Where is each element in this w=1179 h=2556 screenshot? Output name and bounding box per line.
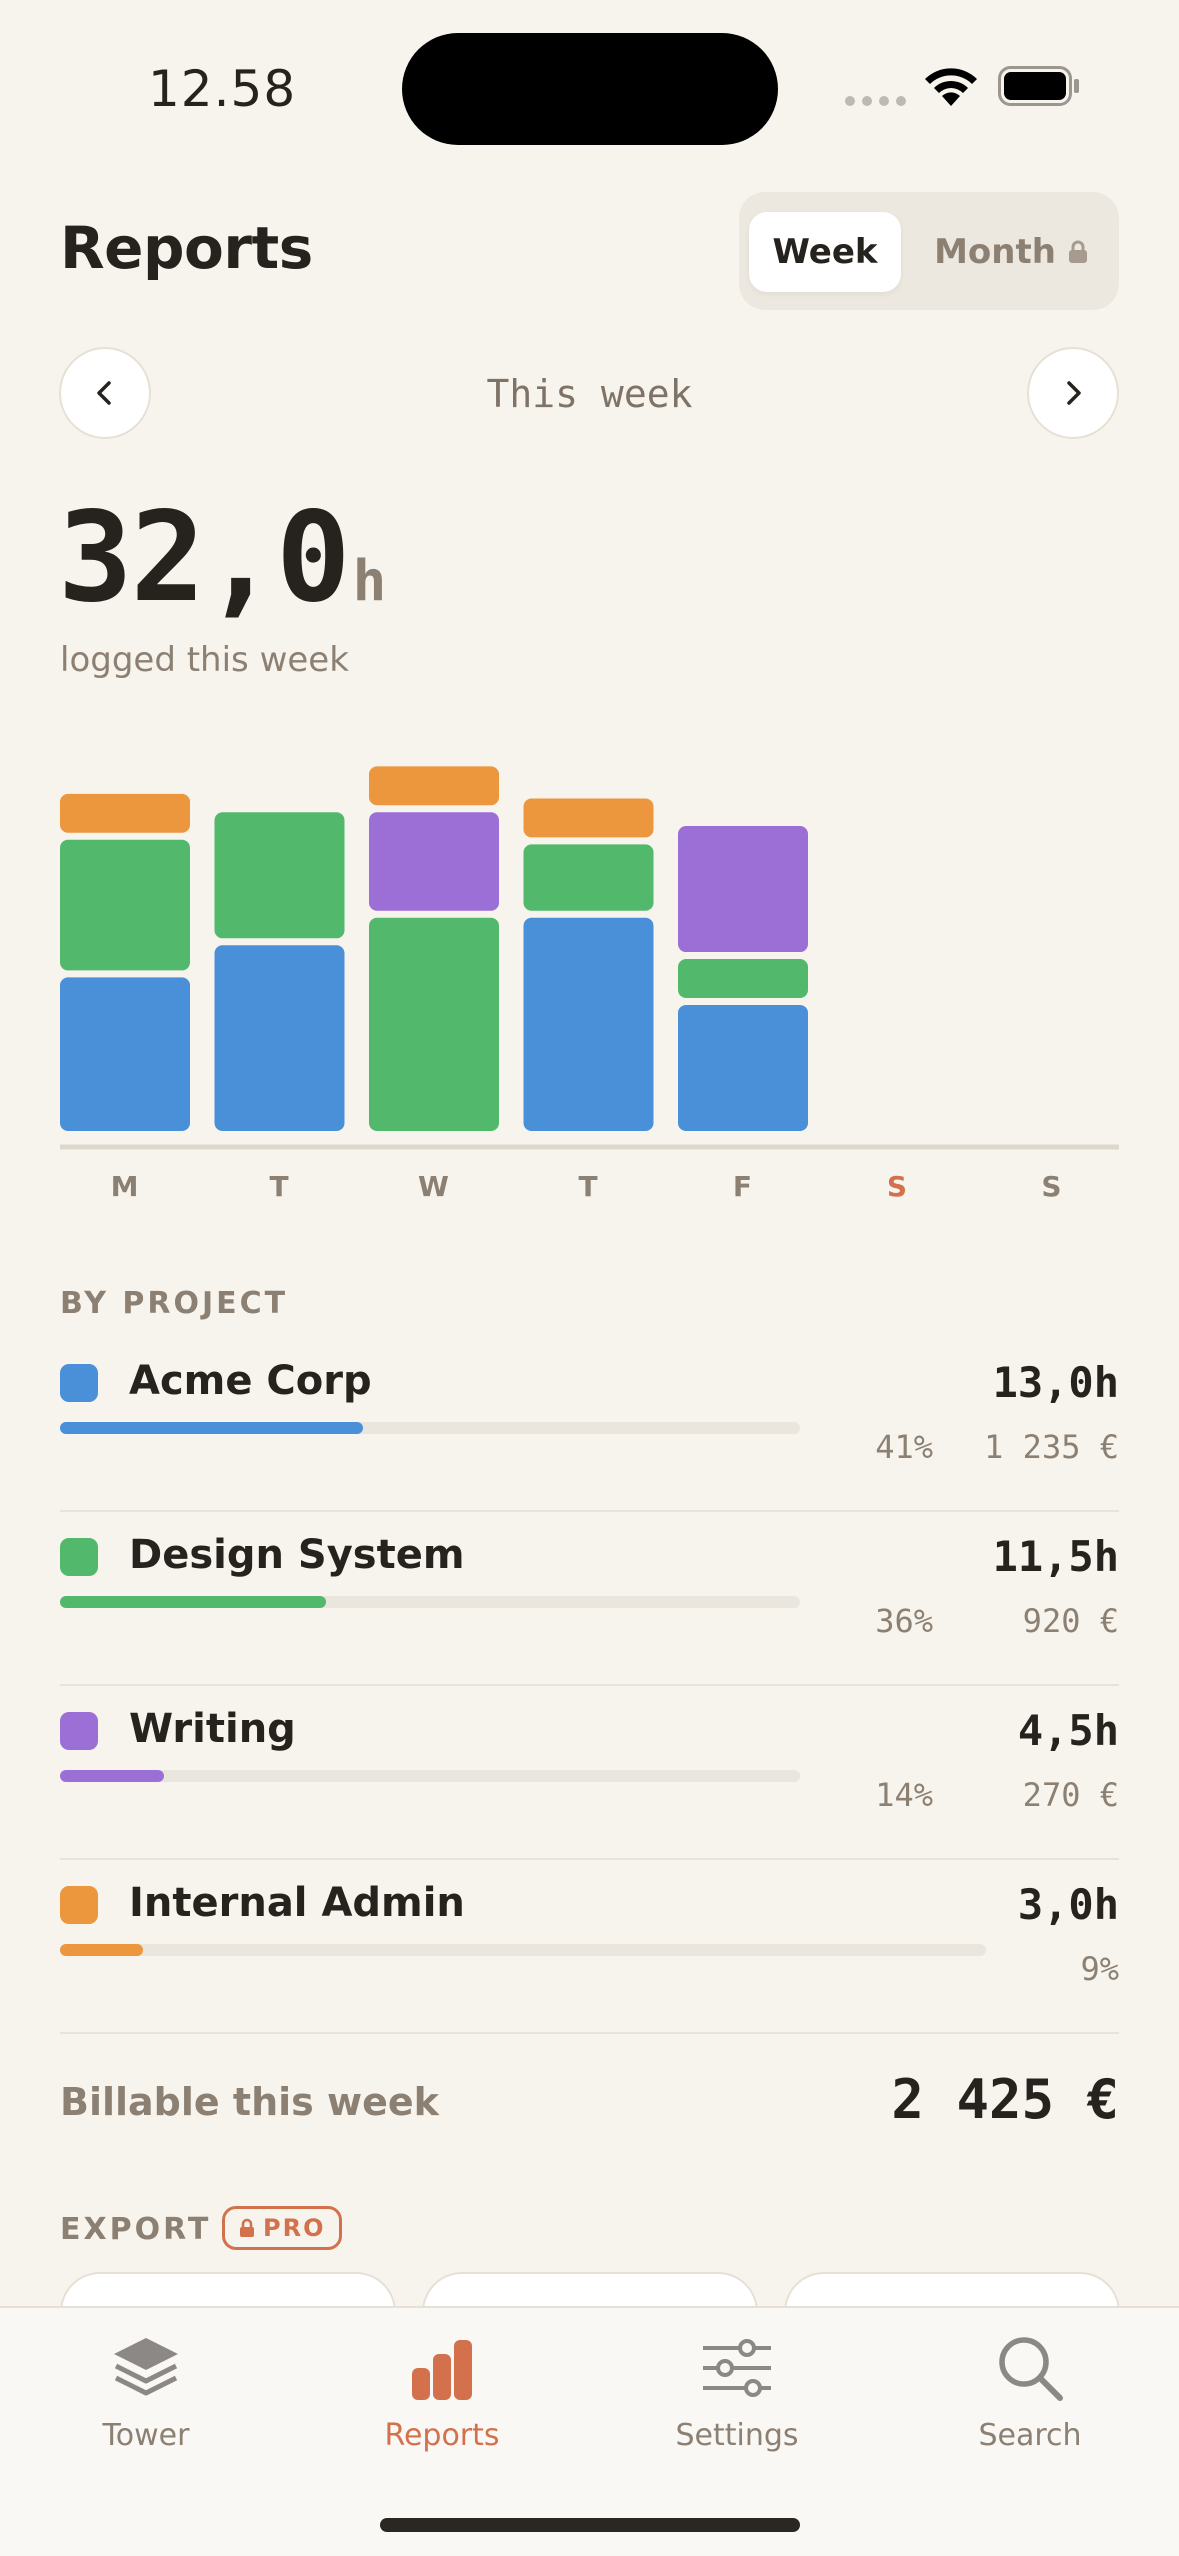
chart-day-label: T	[269, 1170, 290, 1203]
chart-day-label: T	[578, 1170, 599, 1203]
project-hours: 13,0h	[992, 1358, 1119, 1407]
project-hours: 4,5h	[1017, 1706, 1119, 1755]
bar-segment-acme-corp	[523, 917, 654, 1131]
segment-week[interactable]: Week	[749, 212, 901, 292]
bar-segment-acme-corp	[678, 1004, 808, 1131]
tab-settings-label: Settings	[675, 2418, 799, 2453]
page-title: Reports	[60, 214, 313, 282]
bar-segment-internal-admin	[523, 798, 654, 838]
project-hours: 3,0h	[1017, 1880, 1119, 1929]
chart-day-label: S	[1041, 1170, 1063, 1203]
project-percent: 41%	[875, 1428, 933, 1466]
segment-month-label: Month	[934, 232, 1056, 272]
project-row[interactable]: Internal Admin 3,0h 9%	[60, 1860, 1119, 2034]
pro-badge-label: PRO	[263, 2214, 326, 2242]
project-percent: 36%	[875, 1602, 933, 1640]
total-caption: logged this week	[60, 640, 349, 680]
chart-day-label: M	[110, 1170, 140, 1203]
project-percent: 9%	[1080, 1950, 1119, 1988]
bar-segment-acme-corp	[60, 977, 190, 1131]
tab-reports-label: Reports	[384, 2418, 500, 2453]
segment-month[interactable]: Month	[911, 212, 1111, 292]
bar-segment-writing	[678, 826, 808, 953]
billable-label: Billable this week	[60, 2080, 439, 2124]
project-progress-track	[60, 1596, 800, 1608]
chart-day-label: W	[418, 1170, 450, 1203]
next-week-button[interactable]	[1027, 347, 1119, 439]
project-row[interactable]: Writing 4,5h 14% 270 €	[60, 1686, 1119, 1860]
tab-search[interactable]: Search	[930, 2330, 1130, 2480]
export-section-label: EXPORT	[60, 2212, 212, 2247]
bar-segment-design-system	[678, 959, 808, 998]
chevron-right-icon	[1067, 381, 1081, 405]
total-hours-value: 32,0	[58, 486, 351, 630]
project-progress-track	[60, 1944, 986, 1956]
project-amount: 1 235 €	[984, 1428, 1119, 1466]
project-row[interactable]: Acme Corp 13,0h 41% 1 235 €	[60, 1338, 1119, 1512]
tab-tower-label: Tower	[102, 2418, 190, 2453]
project-amount: 270 €	[1022, 1776, 1119, 1814]
tab-search-label: Search	[978, 2418, 1082, 2453]
wifi-icon	[925, 68, 977, 106]
project-hours: 11,5h	[992, 1532, 1119, 1581]
project-name: Internal Admin	[129, 1880, 465, 1926]
project-name: Design System	[129, 1532, 465, 1578]
battery-icon	[998, 66, 1079, 106]
tab-settings[interactable]: Settings	[637, 2330, 837, 2480]
project-name: Writing	[129, 1706, 296, 1752]
lock-icon	[1068, 240, 1087, 263]
project-progress-fill	[60, 1944, 144, 1956]
period-segmented-control: Week Month	[739, 192, 1119, 310]
bar-segment-writing	[369, 812, 499, 911]
total-hours: 32,0 h	[58, 486, 386, 630]
tab-reports[interactable]: Reports	[342, 2330, 542, 2480]
project-progress-fill	[60, 1770, 164, 1782]
search-icon	[999, 2337, 1063, 2401]
pro-badge: PRO	[222, 2206, 343, 2250]
bar-segment-internal-admin	[60, 793, 190, 833]
chart-day-label: F	[732, 1170, 754, 1203]
project-amount: 920 €	[1022, 1602, 1119, 1640]
project-progress-track	[60, 1422, 800, 1434]
project-row[interactable]: Design System 11,5h 36% 920 €	[60, 1512, 1119, 1686]
bar-segment-design-system	[523, 844, 654, 911]
project-color-swatch	[60, 1886, 98, 1924]
bar-chart-icon	[412, 2340, 472, 2400]
project-color-swatch	[60, 1364, 98, 1402]
project-color-swatch	[60, 1712, 98, 1750]
total-hours-unit: h	[352, 549, 387, 614]
project-color-swatch	[60, 1538, 98, 1576]
bar-segment-design-system	[60, 839, 190, 971]
project-name: Acme Corp	[129, 1358, 372, 1404]
tab-tower[interactable]: Tower	[46, 2330, 246, 2480]
chart-canvas	[60, 766, 1119, 1150]
bar-segment-acme-corp	[214, 945, 345, 1131]
layers-icon	[114, 2338, 178, 2396]
lock-icon	[240, 2218, 254, 2237]
dynamic-island	[402, 33, 778, 145]
bar-segment-design-system	[369, 917, 499, 1131]
week-label: This week	[486, 372, 693, 416]
project-progress-fill	[60, 1422, 364, 1434]
home-indicator	[380, 2518, 800, 2532]
bar-segment-design-system	[214, 812, 345, 939]
by-project-section-label: BY PROJECT	[60, 1286, 289, 1321]
chart-day-label: S	[886, 1170, 909, 1203]
weekly-bar-chart: MTWTFSS	[0, 740, 1179, 1210]
project-progress-fill	[60, 1596, 327, 1608]
status-time: 12.58	[148, 60, 297, 118]
billable-value: 2 425 €	[891, 2068, 1119, 2131]
project-percent: 14%	[875, 1776, 933, 1814]
project-progress-track	[60, 1770, 800, 1782]
bar-segment-internal-admin	[369, 766, 499, 806]
cellular-signal-icon	[845, 96, 906, 106]
sliders-icon	[703, 2339, 771, 2397]
